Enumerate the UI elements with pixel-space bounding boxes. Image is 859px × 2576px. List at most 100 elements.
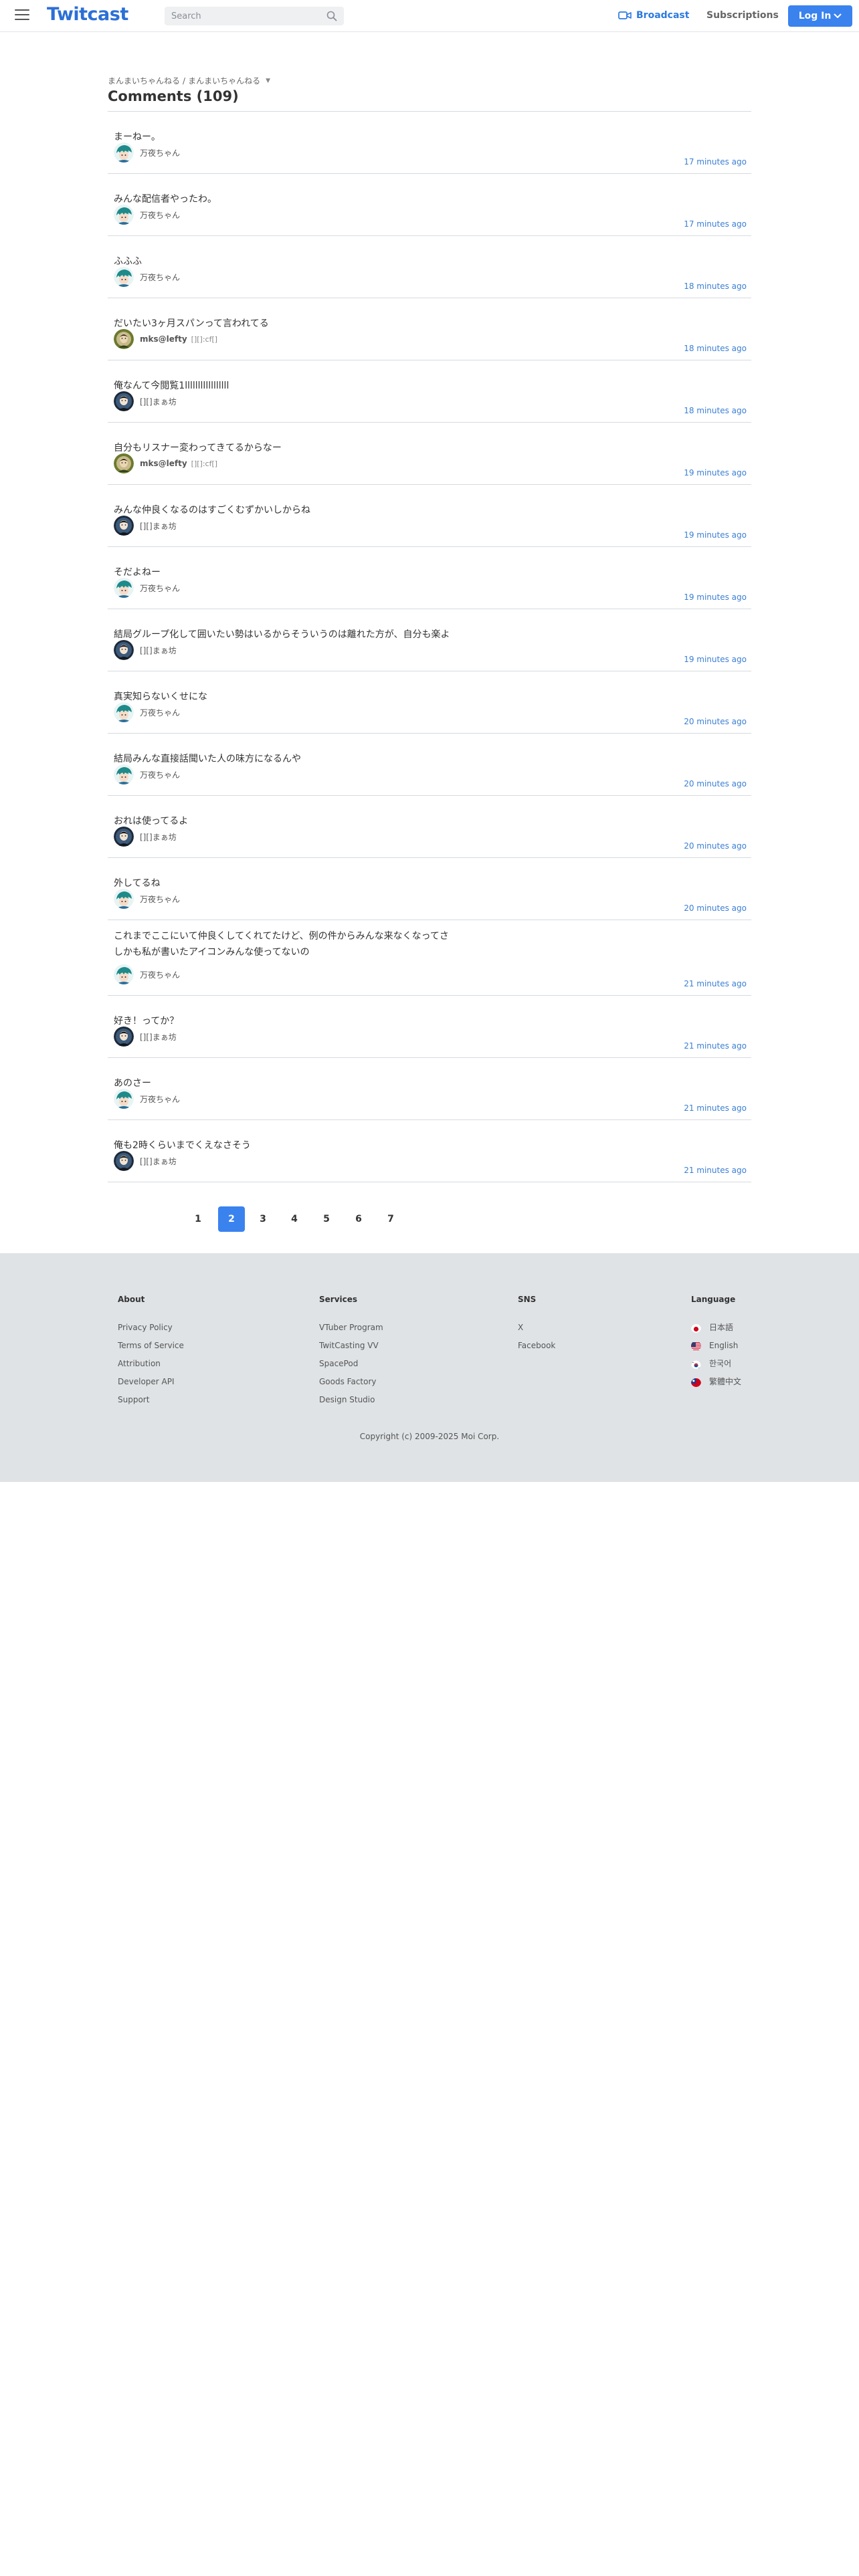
page-6-button[interactable]: 6 — [345, 1206, 372, 1232]
footer-about-link[interactable]: Attribution — [118, 1355, 184, 1373]
comment-author-name[interactable]: 万夜ちゃん — [140, 969, 180, 980]
footer-services-link[interactable]: TwitCasting VV — [319, 1337, 383, 1355]
language-option[interactable]: 繁體中文 — [691, 1373, 741, 1391]
comment-author[interactable]: 万夜ちゃん — [114, 142, 180, 163]
teal-hair-icon[interactable] — [114, 764, 134, 784]
search-input[interactable] — [165, 11, 318, 21]
comment-author-name[interactable]: mks@lefty — [140, 459, 187, 468]
green-portrait-icon[interactable] — [114, 453, 134, 473]
comment-timestamp[interactable]: 19 minutes ago — [684, 593, 747, 602]
broadcast-button[interactable]: Broadcast — [618, 10, 689, 21]
comment-author[interactable]: 万夜ちゃん — [114, 764, 180, 784]
comment-author[interactable]: [][]まぁ坊 — [114, 827, 177, 847]
page-5-button[interactable]: 5 — [313, 1206, 340, 1232]
login-button[interactable]: Log In — [788, 5, 852, 27]
breadcrumb-parent[interactable]: まんまいちゃんねる — [108, 75, 180, 86]
comment-author[interactable]: [][]まぁ坊 — [114, 391, 177, 411]
comment-timestamp[interactable]: 20 minutes ago — [684, 903, 747, 913]
comment-timestamp[interactable]: 17 minutes ago — [684, 219, 747, 229]
comment-author[interactable]: mks@lefty [][]:cf[] — [114, 329, 217, 349]
comment-author[interactable]: 万夜ちゃん — [114, 1089, 180, 1109]
footer-services-link[interactable]: Design Studio — [319, 1391, 383, 1409]
comment-timestamp[interactable]: 21 minutes ago — [684, 1041, 747, 1051]
comment-timestamp[interactable]: 17 minutes ago — [684, 157, 747, 167]
dark-portrait-icon[interactable] — [114, 1027, 134, 1047]
comment-author[interactable]: [][]まぁ坊 — [114, 1027, 177, 1047]
comment-author[interactable]: [][]まぁ坊 — [114, 640, 177, 660]
comment-author[interactable]: 万夜ちゃん — [114, 205, 180, 225]
comment-author-name[interactable]: 万夜ちゃん — [140, 893, 180, 905]
comment-author[interactable]: mks@lefty [][]:cf[] — [114, 453, 217, 473]
comment-author-name[interactable]: mks@lefty — [140, 334, 187, 344]
comment-author[interactable]: 万夜ちゃん — [114, 702, 180, 722]
language-option[interactable]: English — [691, 1337, 741, 1355]
comment-timestamp[interactable]: 20 minutes ago — [684, 717, 747, 726]
comment-timestamp[interactable]: 19 minutes ago — [684, 655, 747, 664]
comment-author[interactable]: 万夜ちゃん — [114, 578, 180, 598]
comment-author-name[interactable]: 万夜ちゃん — [140, 582, 180, 594]
comment-author[interactable]: [][]まぁ坊 — [114, 1151, 177, 1171]
page-1-button[interactable]: 1 — [185, 1206, 211, 1232]
comment-author-name[interactable]: 万夜ちゃん — [140, 272, 180, 283]
dark-portrait-icon[interactable] — [114, 391, 134, 411]
comment-author-name[interactable]: [][]まぁ坊 — [140, 1031, 177, 1043]
subscriptions-link[interactable]: Subscriptions — [706, 10, 779, 21]
footer-services-link[interactable]: SpacePod — [319, 1355, 383, 1373]
teal-hair-icon[interactable] — [114, 889, 134, 909]
page-4-button[interactable]: 4 — [281, 1206, 308, 1232]
footer-sns-link[interactable]: Facebook — [518, 1337, 555, 1355]
footer-services-link[interactable]: Goods Factory — [319, 1373, 383, 1391]
caret-down-icon[interactable]: ▼ — [266, 78, 270, 84]
teal-hair-icon[interactable] — [114, 964, 134, 984]
dark-portrait-icon[interactable] — [114, 640, 134, 660]
footer-about-link[interactable]: Developer API — [118, 1373, 184, 1391]
comment-timestamp[interactable]: 20 minutes ago — [684, 841, 747, 851]
footer-services-link[interactable]: VTuber Program — [319, 1319, 383, 1337]
search-icon[interactable] — [326, 11, 337, 21]
language-option[interactable]: 한국어 — [691, 1355, 741, 1373]
teal-hair-icon[interactable] — [114, 578, 134, 598]
comment-author[interactable]: 万夜ちゃん — [114, 267, 180, 287]
comment-timestamp[interactable]: 20 minutes ago — [684, 779, 747, 788]
teal-hair-icon[interactable] — [114, 702, 134, 722]
comment-author-name[interactable]: [][]まぁ坊 — [140, 396, 177, 407]
comment-author[interactable]: 万夜ちゃん — [114, 964, 180, 984]
footer-about-link[interactable]: Terms of Service — [118, 1337, 184, 1355]
footer-about-link[interactable]: Privacy Policy — [118, 1319, 184, 1337]
dark-portrait-icon[interactable] — [114, 516, 134, 536]
green-portrait-icon[interactable] — [114, 329, 134, 349]
comment-author-name[interactable]: [][]まぁ坊 — [140, 645, 177, 656]
breadcrumb-current[interactable]: まんまいちゃんねる — [188, 75, 260, 86]
comment-timestamp[interactable]: 21 minutes ago — [684, 1166, 747, 1175]
search-box[interactable] — [165, 7, 344, 25]
comment-timestamp[interactable]: 21 minutes ago — [684, 979, 747, 988]
teal-hair-icon[interactable] — [114, 205, 134, 225]
comment-author-name[interactable]: 万夜ちゃん — [140, 707, 180, 718]
page-3-button[interactable]: 3 — [250, 1206, 276, 1232]
comment-timestamp[interactable]: 18 minutes ago — [684, 282, 747, 291]
comment-timestamp[interactable]: 19 minutes ago — [684, 530, 747, 540]
hamburger-menu-icon[interactable] — [15, 9, 29, 21]
comment-author[interactable]: 万夜ちゃん — [114, 889, 180, 909]
comment-author-name[interactable]: 万夜ちゃん — [140, 147, 180, 158]
dark-portrait-icon[interactable] — [114, 827, 134, 847]
teal-hair-icon[interactable] — [114, 1089, 134, 1109]
comment-timestamp[interactable]: 18 minutes ago — [684, 406, 747, 415]
footer-sns-link[interactable]: X — [518, 1319, 555, 1337]
comment-author[interactable]: [][]まぁ坊 — [114, 516, 177, 536]
comment-author-name[interactable]: 万夜ちゃん — [140, 769, 180, 780]
teal-hair-icon[interactable] — [114, 142, 134, 163]
teal-hair-icon[interactable] — [114, 267, 134, 287]
comment-author-name[interactable]: 万夜ちゃん — [140, 209, 180, 221]
comment-timestamp[interactable]: 21 minutes ago — [684, 1103, 747, 1113]
dark-portrait-icon[interactable] — [114, 1151, 134, 1171]
language-option[interactable]: 日本語 — [691, 1319, 741, 1337]
comment-author-name[interactable]: [][]まぁ坊 — [140, 831, 177, 843]
comment-author-name[interactable]: 万夜ちゃん — [140, 1093, 180, 1105]
comment-timestamp[interactable]: 18 minutes ago — [684, 344, 747, 353]
page-7-button[interactable]: 7 — [377, 1206, 404, 1232]
footer-about-link[interactable]: Support — [118, 1391, 184, 1409]
comment-author-name[interactable]: [][]まぁ坊 — [140, 520, 177, 532]
twitcast-logo[interactable]: Twitcast — [47, 4, 128, 25]
comment-timestamp[interactable]: 19 minutes ago — [684, 468, 747, 477]
